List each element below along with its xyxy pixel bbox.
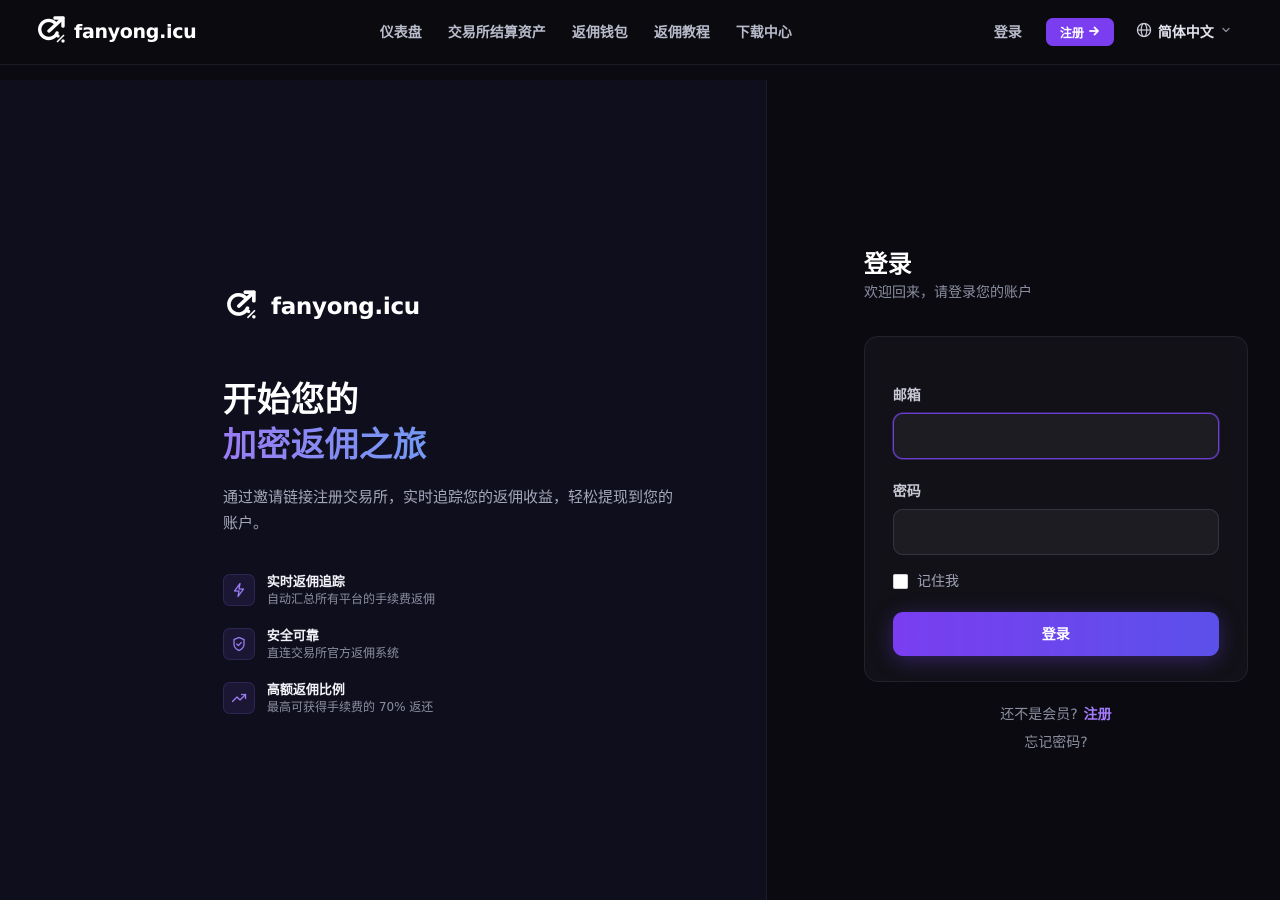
register-label: 注册 bbox=[1059, 25, 1084, 40]
header-register-button[interactable]: 注册 bbox=[1045, 18, 1114, 46]
arrow-right-icon bbox=[1089, 25, 1100, 39]
feature-item: 实时返佣追踪 自动汇总所有平台的手续费返佣 bbox=[223, 574, 693, 608]
language-label: 简体中文 bbox=[1158, 25, 1214, 41]
email-label: 邮箱 bbox=[893, 388, 921, 404]
logo-icon bbox=[36, 16, 66, 48]
forgot-password-link[interactable]: 忘记密码? bbox=[864, 732, 1248, 752]
login-page: fanyong.icu 仪表盘 交易所结算资产 返佣钱包 返佣教程 下载中心 登… bbox=[0, 0, 1280, 900]
brand-link[interactable]: fanyong.icu bbox=[36, 16, 197, 48]
nav-download-center[interactable]: 下载中心 bbox=[736, 22, 792, 42]
nav-exchange-settlement[interactable]: 交易所结算资产 bbox=[448, 22, 546, 42]
nav-rebate-wallet[interactable]: 返佣钱包 bbox=[572, 22, 628, 42]
feature-title: 实时返佣追踪 bbox=[267, 575, 346, 590]
login-submit-button[interactable]: 登录 bbox=[893, 612, 1219, 656]
trending-up-icon bbox=[223, 682, 255, 714]
login-subtitle: 欢迎回来，请登录您的账户 bbox=[864, 285, 1032, 301]
email-field-group: 邮箱 bbox=[893, 385, 1219, 459]
email-input[interactable] bbox=[893, 413, 1219, 459]
login-title: 登录 bbox=[864, 250, 912, 278]
feature-title: 安全可靠 bbox=[267, 629, 320, 644]
password-field-group: 密码 bbox=[893, 481, 1219, 555]
password-label: 密码 bbox=[893, 484, 921, 500]
chevron-down-icon bbox=[1220, 24, 1232, 40]
not-member-text: 还不是会员? bbox=[1000, 707, 1078, 723]
hero-panel: fanyong.icu 开始您的 加密返佣之旅 通过邀请链接注册交易所，实时追踪… bbox=[0, 80, 767, 900]
feature-subtitle: 最高可获得手续费的 70% 返还 bbox=[267, 700, 434, 714]
hero-title-line2: 加密返佣之旅 bbox=[223, 423, 693, 468]
feature-item: 安全可靠 直连交易所官方返佣系统 bbox=[223, 628, 693, 662]
feature-title: 高额返佣比例 bbox=[267, 683, 346, 698]
feature-item: 高额返佣比例 最高可获得手续费的 70% 返还 bbox=[223, 682, 693, 716]
hero-title-line1: 开始您的 bbox=[223, 380, 359, 420]
login-section: 登录 欢迎回来，请登录您的账户 邮箱 密码 记住我 登录 还不是会员? 注册 忘记… bbox=[864, 250, 1248, 752]
hero-brand: fanyong.icu bbox=[223, 290, 693, 324]
header-login-link[interactable]: 登录 bbox=[994, 22, 1022, 42]
globe-icon bbox=[1136, 22, 1152, 42]
nav-rebate-tutorial[interactable]: 返佣教程 bbox=[654, 22, 710, 42]
shield-icon bbox=[223, 628, 255, 660]
remember-checkbox[interactable] bbox=[893, 573, 908, 589]
nav-dashboard[interactable]: 仪表盘 bbox=[380, 22, 422, 42]
nav-actions: 登录 注册 简体中文 bbox=[994, 17, 1232, 47]
signup-prompt: 还不是会员? 注册 bbox=[864, 704, 1248, 724]
hero-brand-name: fanyong.icu bbox=[271, 294, 420, 320]
language-selector[interactable]: 简体中文 bbox=[1136, 22, 1232, 42]
remember-me[interactable]: 记住我 bbox=[893, 571, 1219, 591]
main-nav: 仪表盘 交易所结算资产 返佣钱包 返佣教程 下载中心 bbox=[380, 22, 792, 42]
brand-name: fanyong.icu bbox=[74, 21, 197, 43]
password-input[interactable] bbox=[893, 509, 1219, 555]
hero-content: fanyong.icu 开始您的 加密返佣之旅 通过邀请链接注册交易所，实时追踪… bbox=[223, 290, 693, 736]
feature-subtitle: 自动汇总所有平台的手续费返佣 bbox=[267, 592, 436, 606]
register-link[interactable]: 注册 bbox=[1084, 707, 1112, 723]
feature-list: 实时返佣追踪 自动汇总所有平台的手续费返佣 安全可靠 直连交易所官方返佣系统 高… bbox=[223, 574, 693, 716]
lightning-icon bbox=[223, 574, 255, 606]
feature-subtitle: 直连交易所官方返佣系统 bbox=[267, 646, 400, 660]
logo-icon bbox=[223, 290, 259, 324]
remember-label: 记住我 bbox=[917, 574, 959, 590]
hero-description: 通过邀请链接注册交易所，实时追踪您的返佣收益，轻松提现到您的账户。 bbox=[223, 488, 674, 532]
login-form: 邮箱 密码 记住我 登录 bbox=[864, 336, 1248, 682]
top-navbar: fanyong.icu 仪表盘 交易所结算资产 返佣钱包 返佣教程 下载中心 登… bbox=[0, 0, 1280, 65]
